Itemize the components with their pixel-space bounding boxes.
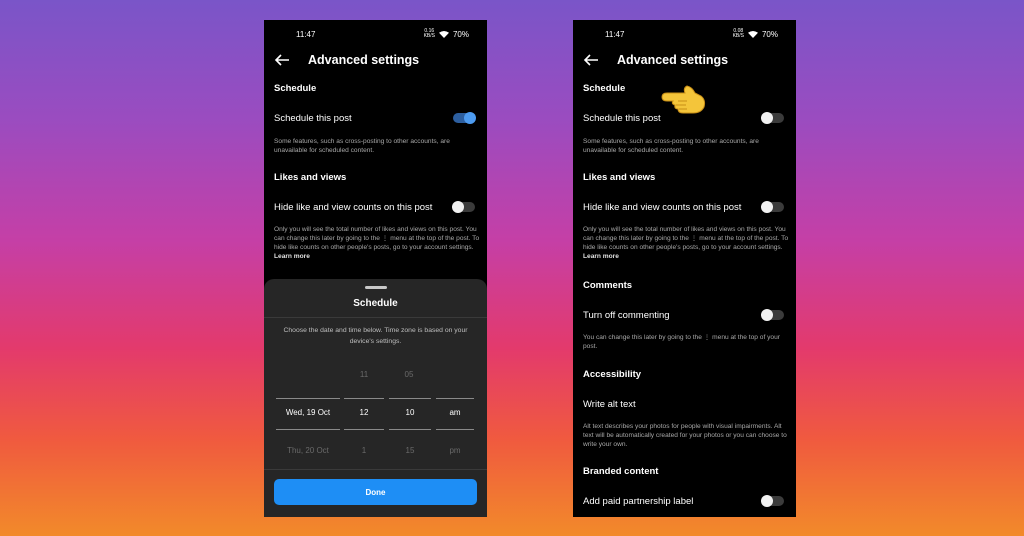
hide-like-counts-toggle[interactable]: [452, 201, 475, 213]
picker-line: [276, 398, 340, 399]
sheet-description: Choose the date and time below. Time zon…: [283, 327, 468, 345]
picker-line: [436, 429, 474, 430]
section-likes-and-views: Likes and views: [274, 172, 347, 183]
comments-description: You can change this later by going to th…: [583, 334, 780, 350]
section-likes-and-views: Likes and views: [583, 172, 656, 183]
schedule-description: Some features, such as cross-posting to …: [274, 138, 450, 154]
write-alt-text-row[interactable]: Write alt text: [583, 399, 636, 410]
phone-screen-left: 11:47 0.16 KB/S 70% Advanced settings Sch…: [264, 20, 487, 517]
section-accessibility: Accessibility: [583, 369, 642, 380]
hide-like-counts-toggle[interactable]: [761, 201, 784, 213]
sheet-drag-handle[interactable]: [365, 286, 387, 289]
schedule-toggle[interactable]: [453, 112, 476, 124]
picker-minute-next[interactable]: 15: [389, 446, 431, 455]
picker-hour-prev[interactable]: 11: [344, 370, 384, 379]
picker-hour-next[interactable]: 1: [344, 446, 384, 455]
learn-more-link[interactable]: Learn more: [583, 253, 619, 260]
hide-like-counts-description: Only you will see the total number of li…: [583, 226, 789, 260]
status-time: 11:47: [605, 30, 625, 39]
wifi-icon: [438, 30, 449, 38]
picker-hour-selected[interactable]: 12: [344, 408, 384, 417]
picker-line: [389, 429, 431, 430]
arrow-left-icon[interactable]: [274, 52, 290, 68]
section-schedule: Schedule: [583, 83, 626, 94]
learn-more-link[interactable]: Learn more: [274, 253, 310, 260]
sheet-title: Schedule: [353, 298, 398, 309]
picker-date-next[interactable]: Thu, 20 Oct: [276, 446, 340, 455]
picker-ampm-selected[interactable]: am: [436, 408, 474, 417]
section-comments: Comments: [583, 280, 633, 291]
done-button[interactable]: Done: [274, 479, 477, 505]
network-speed: 0.08 KB/S: [732, 28, 744, 39]
picker-line: [389, 398, 431, 399]
divider: [264, 469, 487, 470]
wifi-icon: [747, 30, 758, 38]
alt-text-description: Alt text describes your photos for peopl…: [583, 423, 787, 448]
status-time: 11:47: [296, 30, 316, 39]
section-branded-content: Branded content: [583, 466, 659, 477]
page-title: Advanced settings: [617, 53, 729, 67]
status-bar: 11:47 0.16 KB/S 70%: [264, 26, 487, 42]
hide-like-counts-description: Only you will see the total number of li…: [274, 226, 480, 260]
app-bar: Advanced settings: [264, 48, 487, 72]
network-speed: 0.16 KB/S: [423, 28, 435, 39]
paid-partnership-label[interactable]: Add paid partnership label: [583, 496, 693, 507]
hide-like-counts-label[interactable]: Hide like and view counts on this post: [274, 202, 432, 213]
phone-screen-right: 11:47 0.08 KB/S 70% Advanced settings Sch…: [573, 20, 796, 517]
arrow-left-icon[interactable]: [583, 52, 599, 68]
hide-like-counts-label[interactable]: Hide like and view counts on this post: [583, 202, 741, 213]
app-bar: Advanced settings: [573, 48, 796, 72]
schedule-description: Some features, such as cross-posting to …: [583, 138, 759, 154]
schedule-this-post-label[interactable]: Schedule this post: [274, 113, 352, 124]
picker-line: [436, 398, 474, 399]
page-title: Advanced settings: [308, 53, 420, 67]
picker-minute-prev[interactable]: 05: [389, 370, 429, 379]
schedule-bottom-sheet: Schedule Choose the date and time below.…: [264, 279, 487, 517]
picker-line: [344, 398, 384, 399]
picker-date-selected[interactable]: Wed, 19 Oct: [276, 408, 340, 417]
section-schedule: Schedule: [274, 83, 317, 94]
picker-ampm-next[interactable]: pm: [436, 446, 474, 455]
turn-off-commenting-label[interactable]: Turn off commenting: [583, 310, 670, 321]
battery-level: 70%: [761, 29, 778, 39]
battery-level: 70%: [452, 29, 469, 39]
schedule-toggle[interactable]: [761, 112, 784, 124]
picker-line: [276, 429, 340, 430]
picker-line: [344, 429, 384, 430]
picker-minute-selected[interactable]: 10: [389, 408, 431, 417]
pointing-hand-emoji: [661, 85, 706, 114]
schedule-this-post-label[interactable]: Schedule this post: [583, 113, 661, 124]
turn-off-commenting-toggle[interactable]: [761, 309, 784, 321]
divider: [264, 317, 487, 318]
status-bar: 11:47 0.08 KB/S 70%: [573, 26, 796, 42]
paid-partnership-toggle[interactable]: [761, 495, 784, 507]
